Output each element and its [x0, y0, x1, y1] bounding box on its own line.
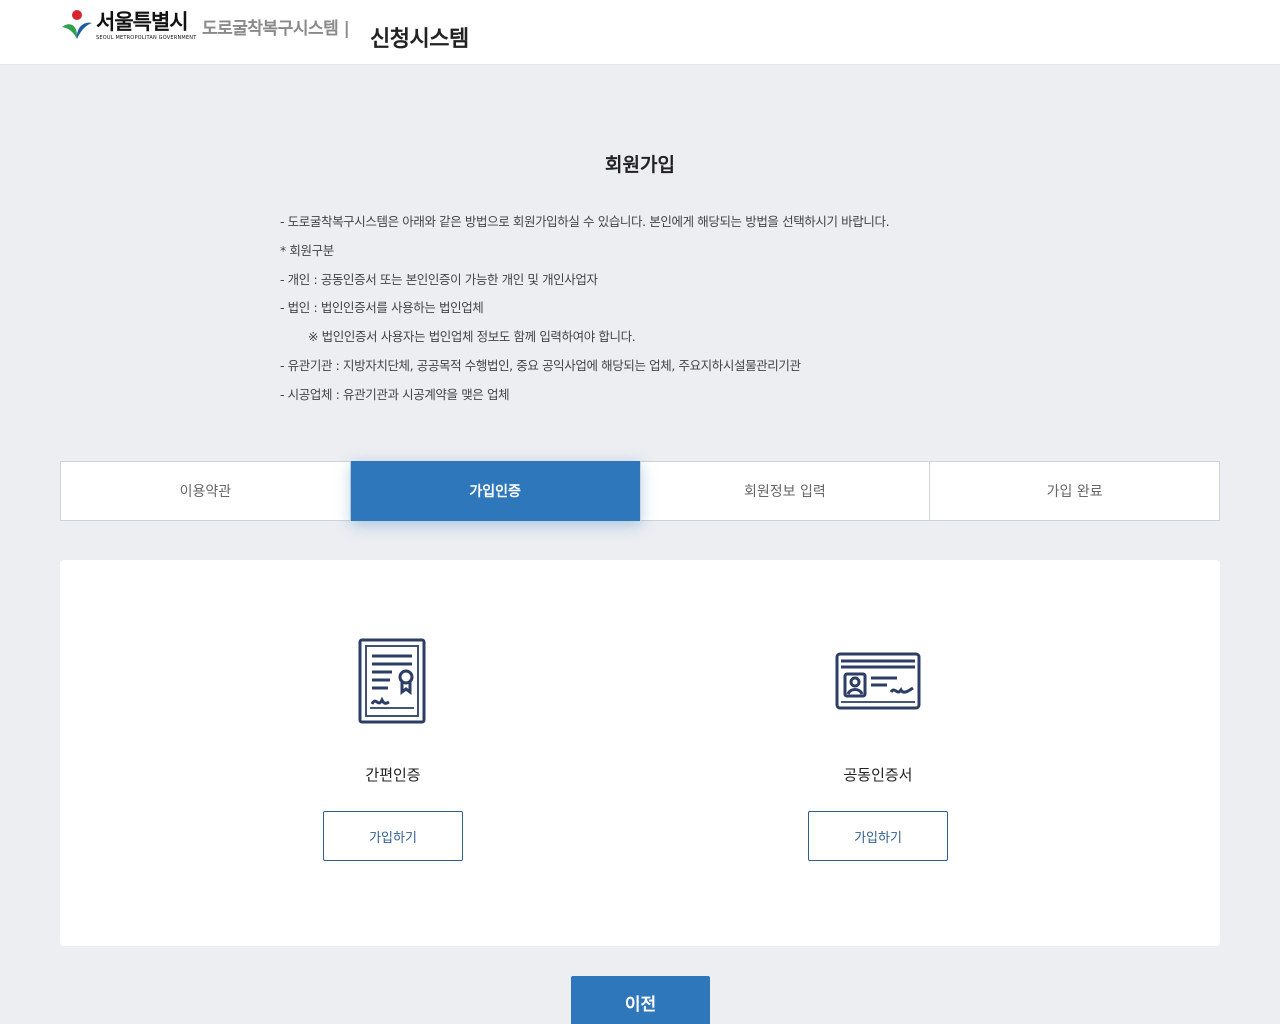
system-name: 도로굴착복구시스템 |: [202, 19, 350, 39]
step-member-info: 회원정보 입력: [641, 462, 931, 520]
verification-options-card: 간편인증 가입하기 공동인증서 가입하기: [60, 560, 1220, 946]
signup-notice-list: - 도로굴착복구시스템은 아래와 같은 방법으로 회원가입하실 수 있습니다. …: [280, 212, 1040, 414]
seoul-emblem-icon: [60, 9, 94, 45]
notice-line: * 회원구분: [280, 242, 334, 258]
id-card-icon: [835, 652, 921, 716]
logo-korean-text: 서울특별시: [96, 10, 189, 34]
system-subtitle: 신청시스템: [370, 27, 469, 52]
notice-line: ※ 법인인증서 사용자는 법인업체 정보도 함께 입력하여야 합니다.: [308, 329, 636, 345]
notice-line: - 시공업체 : 유관기관과 시공계약을 맺은 업체: [280, 386, 510, 402]
simple-auth-join-button[interactable]: 가입하기: [323, 811, 463, 861]
top-header: 서울특별시 SEOUL METROPOLITAN GOVERNMENT 도로굴착…: [0, 0, 1280, 65]
notice-line: - 개인 : 공동인증서 또는 본인인증이 가능한 개인 및 개인사업자: [280, 271, 598, 287]
joint-certificate-join-button[interactable]: 가입하기: [808, 811, 948, 861]
signup-step-indicator: 이용약관 가입인증 회원정보 입력 가입 완료: [60, 461, 1220, 521]
joint-certificate-label: 공동인증서: [843, 766, 913, 784]
logo-english-text: SEOUL METROPOLITAN GOVERNMENT: [96, 35, 197, 41]
step-complete: 가입 완료: [1046, 484, 1103, 500]
certificate-document-icon: [358, 638, 428, 730]
previous-button[interactable]: 이전: [571, 976, 710, 1024]
seoul-logo[interactable]: 서울특별시 SEOUL METROPOLITAN GOVERNMENT: [60, 9, 197, 49]
notice-line: - 유관기관 : 지방자치단체, 공공목적 수행법인, 중요 공익사업에 해당되…: [280, 357, 801, 373]
step-terms: 이용약관: [61, 462, 351, 520]
page-title: 회원가입: [605, 154, 675, 176]
notice-line: - 법인 : 법인인증서를 사용하는 법인업체: [280, 300, 484, 316]
notice-line: - 도로굴착복구시스템은 아래와 같은 방법으로 회원가입하실 수 있습니다. …: [280, 214, 890, 229]
joint-certificate-option: 공동인증서 가입하기: [588, 560, 1168, 946]
step-verification: 가입인증: [350, 461, 641, 521]
